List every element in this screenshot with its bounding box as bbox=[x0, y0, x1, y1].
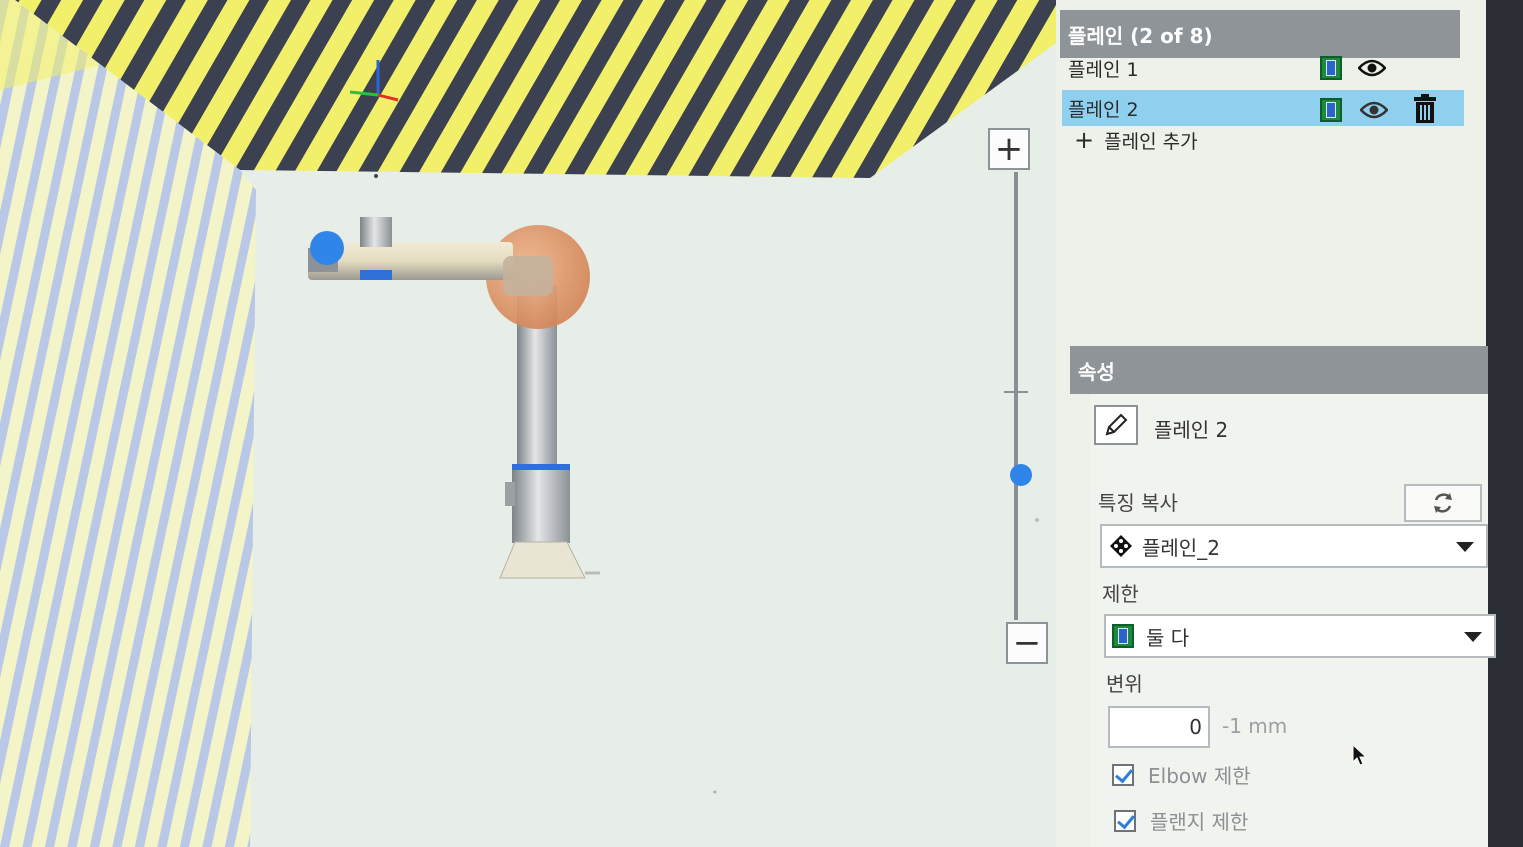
add-plane-label: 플레인 추가 bbox=[1104, 130, 1198, 153]
checkbox-checked-icon[interactable] bbox=[1112, 763, 1134, 786]
limit-dropdown[interactable]: 둘 다 bbox=[1104, 614, 1496, 658]
offset-input[interactable] bbox=[1108, 706, 1210, 748]
plus-icon: + bbox=[994, 129, 1024, 169]
plane-list-empty-area bbox=[1070, 160, 1486, 350]
copy-feature-label: 특징 복사 bbox=[1098, 491, 1178, 515]
limit-label: 제한 bbox=[1102, 582, 1139, 606]
planes-header-title: 플레인 (2 of 8) bbox=[1068, 23, 1213, 48]
eye-icon[interactable] bbox=[1359, 100, 1389, 125]
elbow-limit-checkbox[interactable]: Elbow 제한 bbox=[1112, 760, 1251, 789]
zoom-in-button[interactable]: + bbox=[988, 128, 1030, 170]
offset-unit: -1 mm bbox=[1222, 714, 1288, 738]
refresh-feature-button[interactable] bbox=[1404, 484, 1482, 522]
zoom-slider-track[interactable] bbox=[1014, 172, 1018, 620]
refresh-icon bbox=[1434, 493, 1452, 513]
plane-name-text: 플레인 2 bbox=[1154, 418, 1229, 442]
checkbox-checked-icon[interactable] bbox=[1114, 809, 1136, 832]
eye-icon[interactable] bbox=[1357, 58, 1387, 83]
pencil-icon bbox=[1105, 413, 1128, 436]
plane-list-item-label: 플레인 1 bbox=[1068, 58, 1139, 81]
limit-value: 둘 다 bbox=[1146, 625, 1190, 650]
zoom-slider-thumb[interactable] bbox=[1010, 464, 1032, 486]
limit-both-icon[interactable] bbox=[1320, 56, 1342, 80]
trash-icon[interactable] bbox=[1412, 94, 1438, 129]
flange-limit-label: 플랜지 제한 bbox=[1150, 810, 1249, 834]
zoom-out-button[interactable]: − bbox=[1006, 622, 1048, 664]
offset-label: 변위 bbox=[1106, 672, 1143, 696]
mouse-cursor-icon bbox=[1352, 744, 1368, 766]
zoom-slider-tick bbox=[1004, 391, 1028, 393]
minus-icon: − bbox=[1012, 623, 1042, 663]
add-plane-button[interactable]: + 플레인 추가 bbox=[1074, 126, 1198, 154]
rename-plane-button[interactable] bbox=[1094, 405, 1138, 445]
chevron-down-icon bbox=[1456, 542, 1474, 552]
scene-canvas bbox=[0, 0, 1060, 847]
chevron-down-icon bbox=[1464, 632, 1482, 642]
plane-list-item-label: 플레인 2 bbox=[1068, 98, 1139, 121]
feature-icon bbox=[1110, 535, 1132, 557]
plus-icon: + bbox=[1074, 126, 1095, 154]
properties-header: 속성 bbox=[1070, 346, 1488, 394]
tcp-point bbox=[310, 231, 344, 265]
robot-3d-viewport[interactable]: + − bbox=[0, 0, 1060, 847]
limit-both-icon[interactable] bbox=[1320, 98, 1342, 122]
flange-limit-checkbox[interactable]: 플랜지 제한 bbox=[1114, 806, 1248, 835]
screen-bezel bbox=[1486, 0, 1523, 847]
copy-feature-value: 플레인_2 bbox=[1142, 535, 1220, 560]
copy-feature-dropdown[interactable]: 플레인_2 bbox=[1100, 524, 1488, 568]
properties-header-title: 속성 bbox=[1078, 359, 1115, 384]
elbow-limit-label: Elbow 제한 bbox=[1148, 764, 1251, 788]
limit-both-icon bbox=[1112, 624, 1134, 648]
plane-list-item-1[interactable]: 플레인 1 bbox=[1062, 50, 1462, 86]
plane-list-item-2[interactable]: 플레인 2 bbox=[1062, 90, 1464, 126]
